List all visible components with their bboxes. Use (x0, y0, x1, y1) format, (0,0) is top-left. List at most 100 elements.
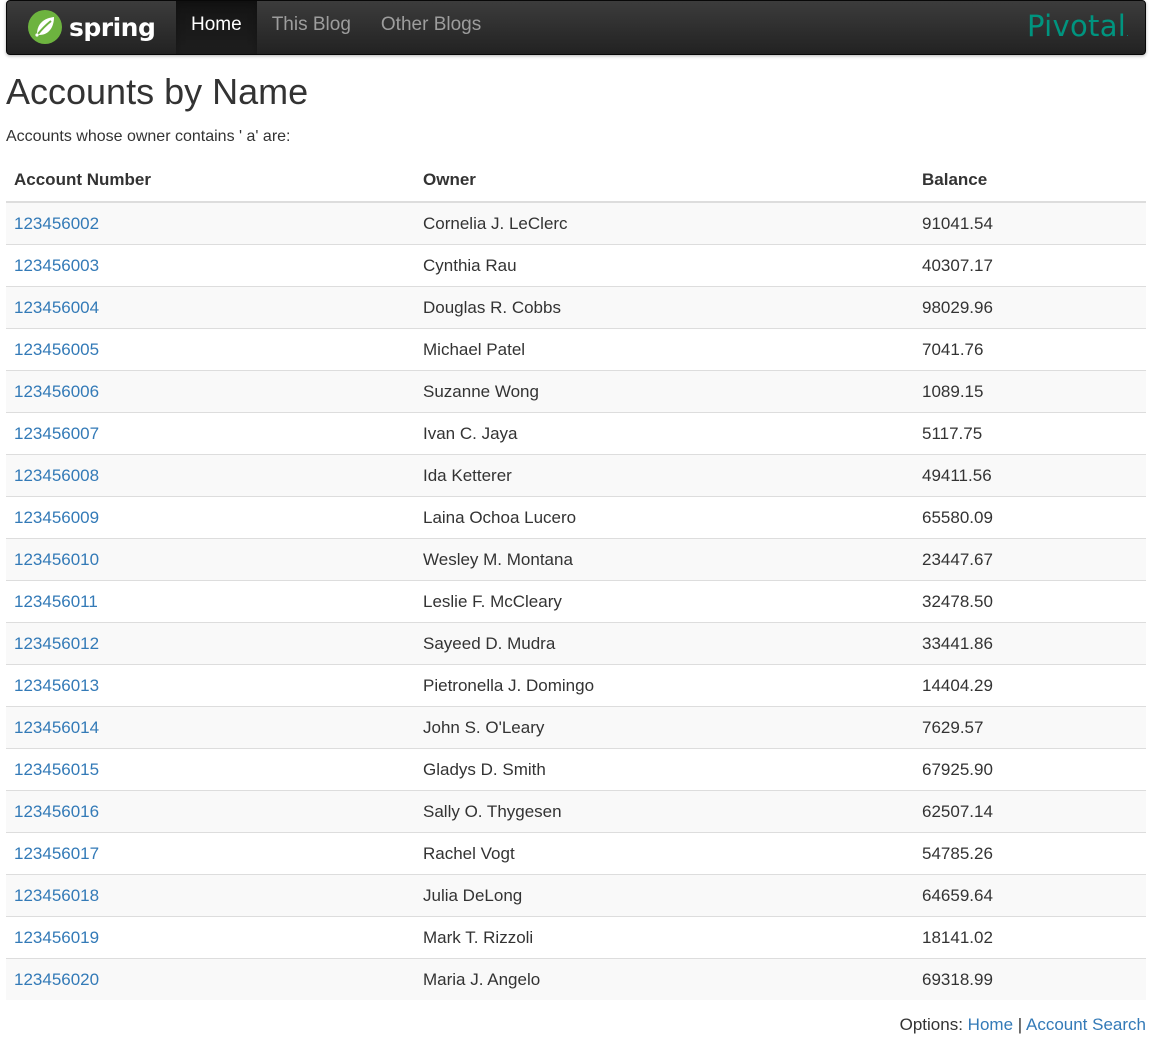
table-row: 123456011 Leslie F. McCleary 32478.50 (6, 580, 1146, 623)
balance-cell: 33441.86 (914, 622, 1146, 665)
account-number-link[interactable]: 123456009 (14, 508, 99, 527)
owner-cell: Julia DeLong (415, 874, 914, 917)
nav-other-blogs[interactable]: Other Blogs (366, 1, 496, 54)
table-header-row: Account Number Owner Balance (6, 158, 1146, 203)
account-number-link[interactable]: 123456014 (14, 718, 99, 737)
owner-cell: Leslie F. McCleary (415, 580, 914, 623)
account-number-link[interactable]: 123456002 (14, 214, 99, 233)
accounts-table-body: 123456002 Cornelia J. LeClerc 91041.54 1234… (6, 202, 1146, 1000)
balance-cell: 18141.02 (914, 916, 1146, 959)
account-number-cell: 123456005 (6, 328, 415, 371)
table-row: 123456019 Mark T. Rizzoli 18141.02 (6, 916, 1146, 959)
account-number-cell: 123456020 (6, 958, 415, 1000)
account-number-cell: 123456008 (6, 454, 415, 497)
pivotal-logo-dot: . (1126, 29, 1129, 38)
owner-cell: Michael Patel (415, 328, 914, 371)
account-number-cell: 123456003 (6, 244, 415, 287)
account-number-cell: 123456012 (6, 622, 415, 665)
account-number-cell: 123456002 (6, 202, 415, 245)
balance-cell: 32478.50 (914, 580, 1146, 623)
balance-cell: 14404.29 (914, 664, 1146, 707)
account-number-cell: 123456006 (6, 370, 415, 413)
owner-cell: Cornelia J. LeClerc (415, 202, 914, 245)
owner-cell: Wesley M. Montana (415, 538, 914, 581)
owner-cell: Sally O. Thygesen (415, 790, 914, 833)
owner-cell: Suzanne Wong (415, 370, 914, 413)
account-number-cell: 123456017 (6, 832, 415, 875)
table-row: 123456013 Pietronella J. Domingo 14404.29 (6, 664, 1146, 707)
account-number-cell: 123456013 (6, 664, 415, 707)
header-account-number: Account Number (6, 158, 415, 203)
account-number-link[interactable]: 123456018 (14, 886, 99, 905)
table-row: 123456015 Gladys D. Smith 67925.90 (6, 748, 1146, 791)
account-number-cell: 123456011 (6, 580, 415, 623)
owner-cell: Cynthia Rau (415, 244, 914, 287)
account-number-cell: 123456014 (6, 706, 415, 749)
owner-cell: Maria J. Angelo (415, 958, 914, 1000)
account-number-cell: 123456009 (6, 496, 415, 539)
owner-cell: Pietronella J. Domingo (415, 664, 914, 707)
table-row: 123456018 Julia DeLong 64659.64 (6, 874, 1146, 917)
table-row: 123456002 Cornelia J. LeClerc 91041.54 (6, 202, 1146, 245)
pivotal-logo-text: Pivotal (1027, 9, 1127, 43)
balance-cell: 49411.56 (914, 454, 1146, 497)
balance-cell: 7629.57 (914, 706, 1146, 749)
nav-this-blog[interactable]: This Blog (257, 1, 366, 54)
table-row: 123456003 Cynthia Rau 40307.17 (6, 244, 1146, 287)
table-row: 123456017 Rachel Vogt 54785.26 (6, 832, 1146, 875)
options-label: Options: (899, 1015, 963, 1034)
account-number-link[interactable]: 123456004 (14, 298, 99, 317)
balance-cell: 69318.99 (914, 958, 1146, 1000)
account-number-link[interactable]: 123456016 (14, 802, 99, 821)
table-row: 123456006 Suzanne Wong 1089.15 (6, 370, 1146, 413)
balance-cell: 23447.67 (914, 538, 1146, 581)
table-row: 123456010 Wesley M. Montana 23447.67 (6, 538, 1146, 581)
account-number-link[interactable]: 123456007 (14, 424, 99, 443)
account-number-link[interactable]: 123456008 (14, 466, 99, 485)
owner-cell: Ida Ketterer (415, 454, 914, 497)
spring-leaf-icon (28, 10, 62, 44)
brand-name: spring (69, 12, 156, 42)
owner-cell: Rachel Vogt (415, 832, 914, 875)
table-row: 123456007 Ivan C. Jaya 5117.75 (6, 412, 1146, 455)
pivotal-logo[interactable]: Pivotal. (1027, 9, 1129, 43)
account-number-link[interactable]: 123456019 (14, 928, 99, 947)
balance-cell: 7041.76 (914, 328, 1146, 371)
owner-cell: Sayeed D. Mudra (415, 622, 914, 665)
header-owner: Owner (415, 158, 914, 203)
owner-cell: Gladys D. Smith (415, 748, 914, 791)
account-number-link[interactable]: 123456015 (14, 760, 99, 779)
main-nav: Home This Blog Other Blogs (176, 1, 496, 54)
account-search-link[interactable]: Account Search (1026, 1015, 1146, 1034)
account-number-cell: 123456019 (6, 916, 415, 959)
account-number-cell: 123456016 (6, 790, 415, 833)
top-navbar: spring Home This Blog Other Blogs Pivota… (6, 0, 1146, 55)
owner-cell: John S. O'Leary (415, 706, 914, 749)
spring-brand[interactable]: spring (27, 7, 156, 47)
nav-home[interactable]: Home (176, 1, 257, 54)
account-number-link[interactable]: 123456006 (14, 382, 99, 401)
account-number-link[interactable]: 123456003 (14, 256, 99, 275)
table-row: 123456009 Laina Ochoa Lucero 65580.09 (6, 496, 1146, 539)
table-row: 123456005 Michael Patel 7041.76 (6, 328, 1146, 371)
account-number-cell: 123456015 (6, 748, 415, 791)
account-number-cell: 123456010 (6, 538, 415, 581)
account-number-link[interactable]: 123456010 (14, 550, 99, 569)
home-link[interactable]: Home (968, 1015, 1013, 1034)
balance-cell: 40307.17 (914, 244, 1146, 287)
page-title: Accounts by Name (6, 71, 309, 112)
balance-cell: 1089.15 (914, 370, 1146, 413)
account-number-link[interactable]: 123456005 (14, 340, 99, 359)
account-number-link[interactable]: 123456012 (14, 634, 99, 653)
account-number-link[interactable]: 123456013 (14, 676, 99, 695)
balance-cell: 54785.26 (914, 832, 1146, 875)
account-number-link[interactable]: 123456017 (14, 844, 99, 863)
table-row: 123456016 Sally O. Thygesen 62507.14 (6, 790, 1146, 833)
account-number-link[interactable]: 123456011 (14, 592, 98, 611)
balance-cell: 98029.96 (914, 286, 1146, 329)
account-number-cell: 123456018 (6, 874, 415, 917)
account-number-link[interactable]: 123456020 (14, 970, 99, 989)
options-separator: | (1017, 1015, 1023, 1034)
balance-cell: 65580.09 (914, 496, 1146, 539)
balance-cell: 62507.14 (914, 790, 1146, 833)
